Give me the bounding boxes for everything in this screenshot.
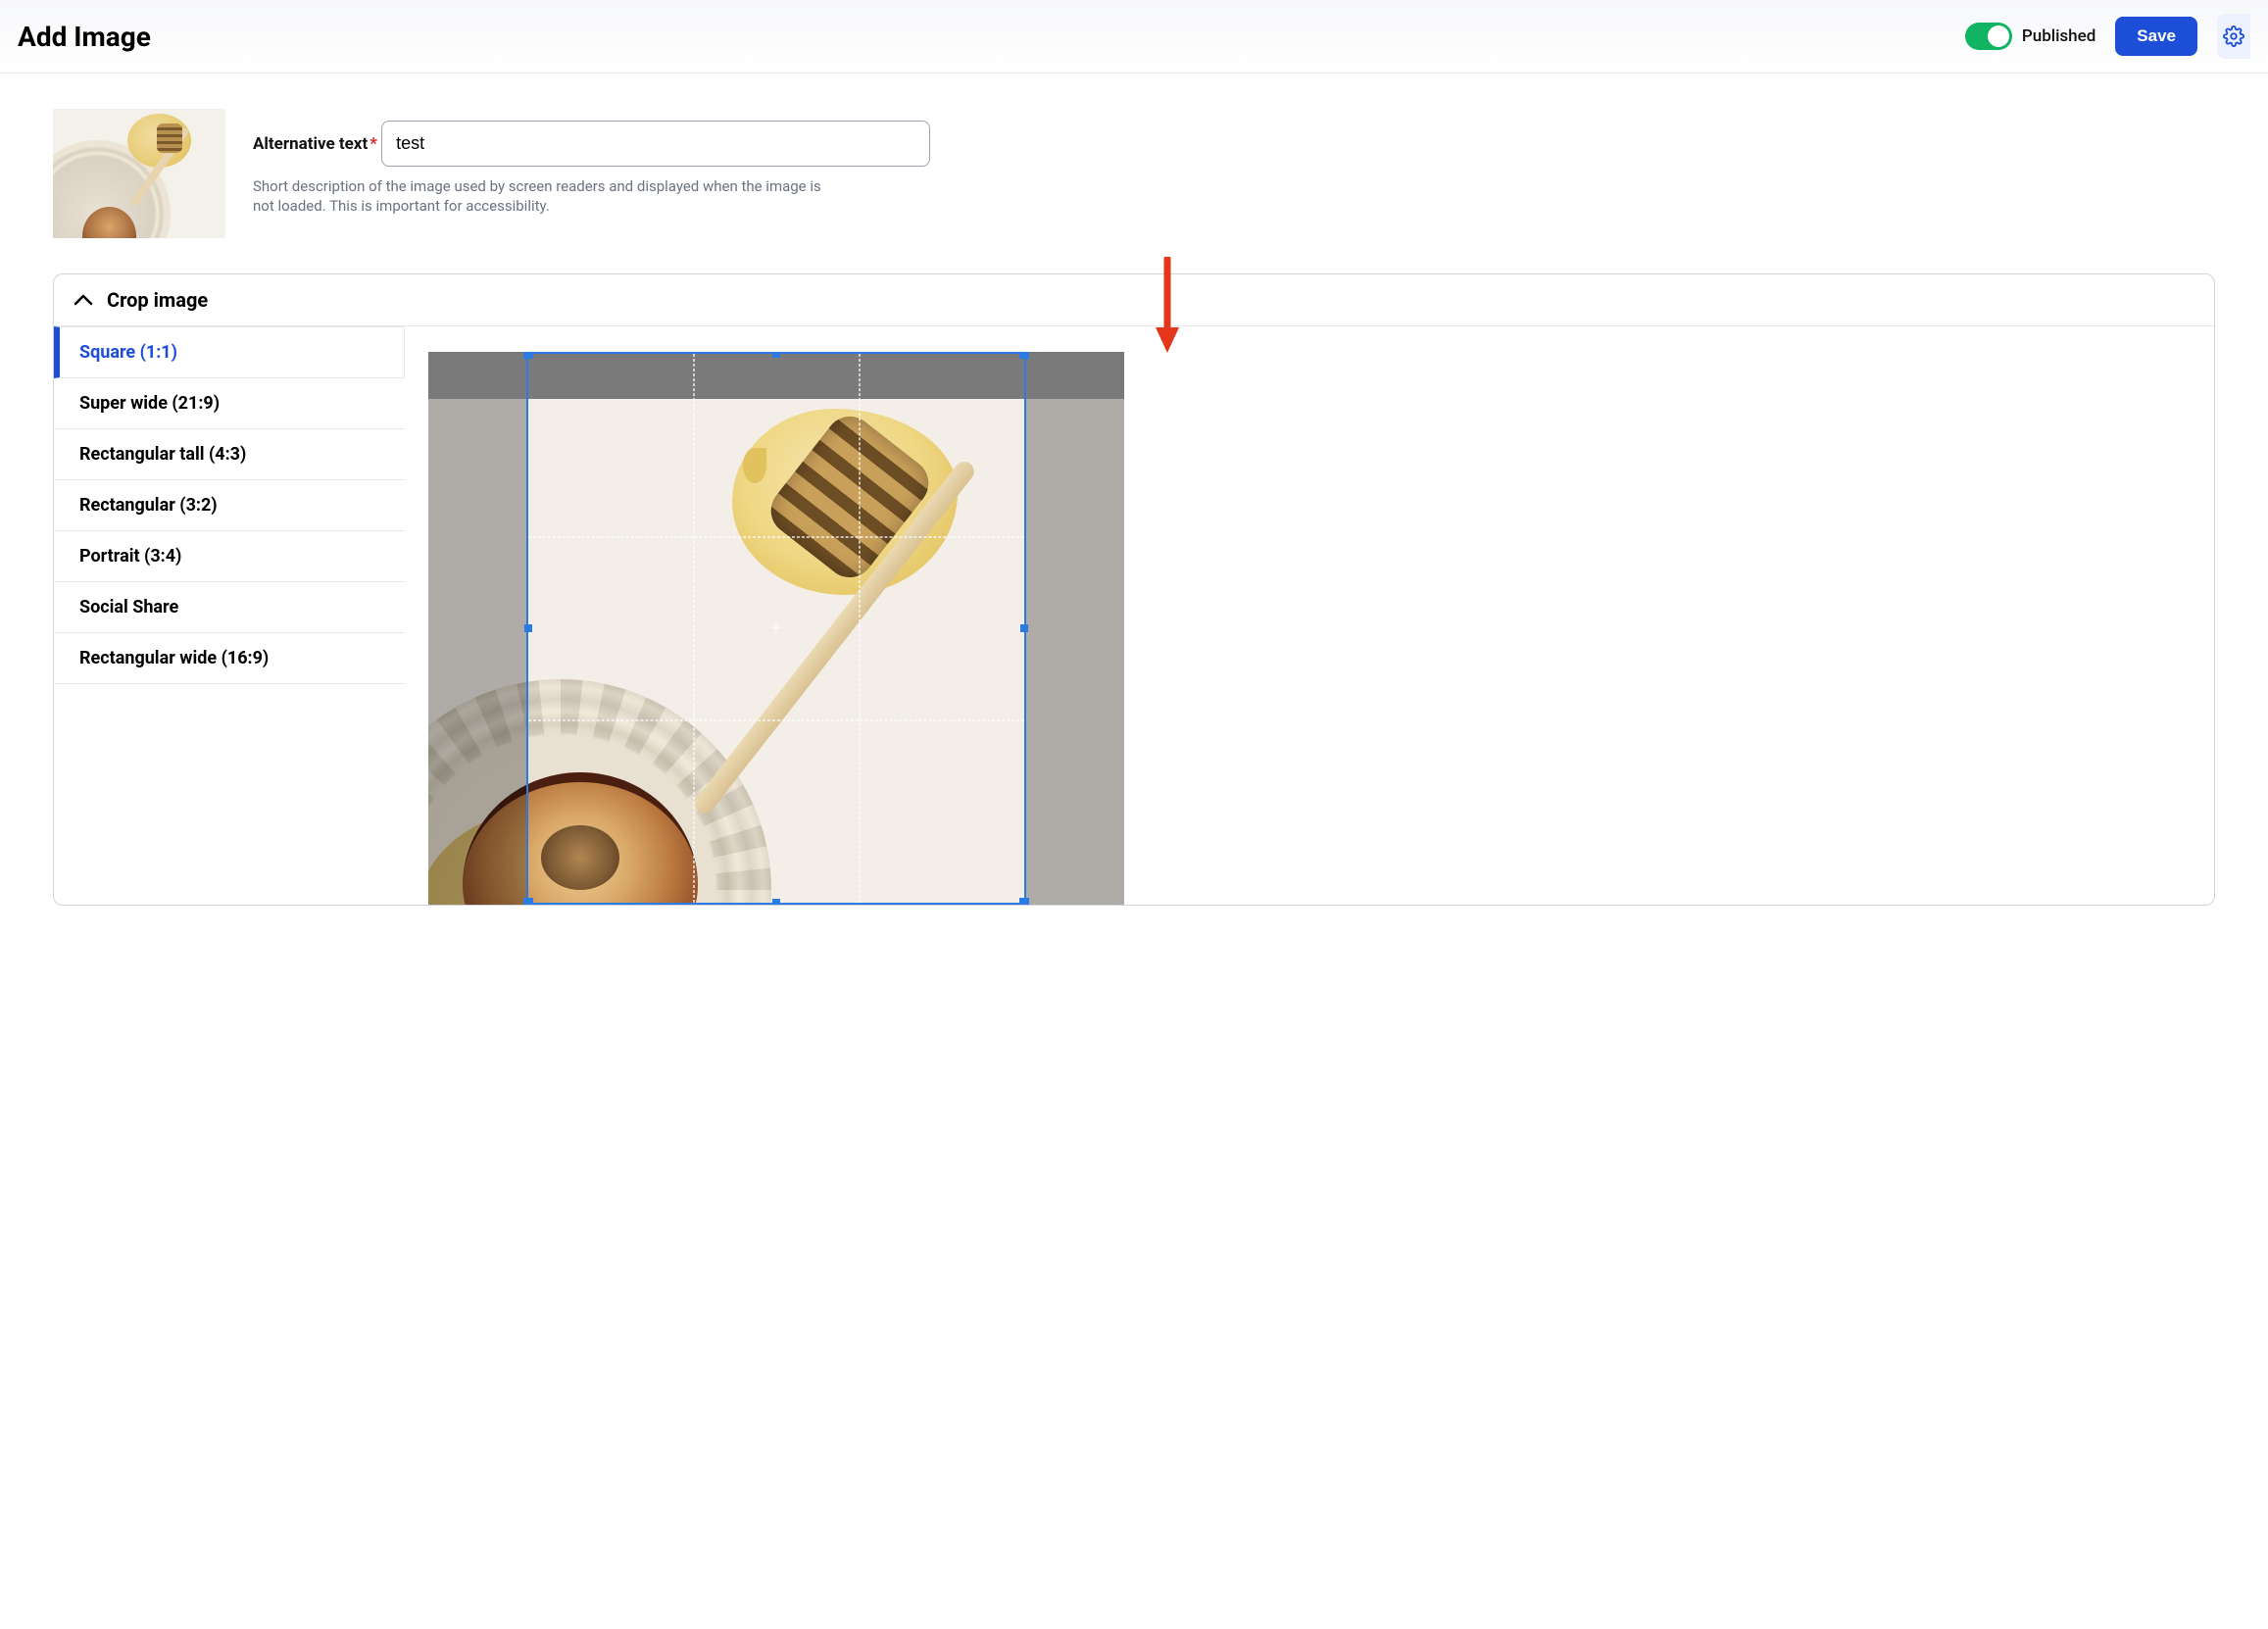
crop-panel-header[interactable]: Crop image — [54, 274, 2214, 326]
crop-panel: Crop image Square (1:1) Super wide (21:9… — [53, 273, 2215, 906]
chevron-up-icon — [74, 293, 93, 307]
alt-text-input[interactable] — [381, 121, 930, 167]
arrow-down-icon — [1154, 257, 1181, 355]
page-title: Add Image — [18, 21, 151, 53]
crop-ratio-rect-tall[interactable]: Rectangular tall (4:3) — [54, 429, 405, 480]
crop-ratio-rect-wide[interactable]: Rectangular wide (16:9) — [54, 633, 405, 684]
publish-toggle[interactable] — [1965, 23, 2012, 50]
page-header: Add Image Published Save — [0, 0, 2268, 74]
crop-panel-title: Crop image — [107, 288, 208, 312]
publish-label: Published — [2022, 26, 2095, 46]
crop-ratio-super-wide[interactable]: Super wide (21:9) — [54, 378, 405, 429]
crop-preview-stage[interactable]: + — [428, 352, 1124, 905]
crop-image-canvas[interactable] — [428, 399, 1124, 905]
image-thumbnail[interactable] — [53, 109, 225, 238]
crop-ratio-social[interactable]: Social Share — [54, 582, 405, 633]
toggle-knob — [1988, 25, 2009, 47]
settings-button[interactable] — [2217, 14, 2250, 59]
crop-ratio-list: Square (1:1) Super wide (21:9) Rectangul… — [54, 326, 405, 905]
required-asterisk: * — [370, 134, 377, 154]
annotation-arrow — [1154, 257, 1181, 359]
gear-icon — [2223, 25, 2244, 47]
crop-ratio-rect[interactable]: Rectangular (3:2) — [54, 480, 405, 531]
save-button[interactable]: Save — [2115, 17, 2197, 56]
alt-text-help: Short description of the image used by s… — [253, 176, 821, 217]
alt-text-label: Alternative text* — [253, 134, 381, 154]
header-actions: Published Save — [1965, 14, 2250, 59]
alt-text-label-text: Alternative text — [253, 134, 368, 154]
crop-ratio-square[interactable]: Square (1:1) — [54, 326, 405, 378]
publish-toggle-wrap: Published — [1965, 23, 2095, 50]
crop-ratio-portrait[interactable]: Portrait (3:4) — [54, 531, 405, 582]
